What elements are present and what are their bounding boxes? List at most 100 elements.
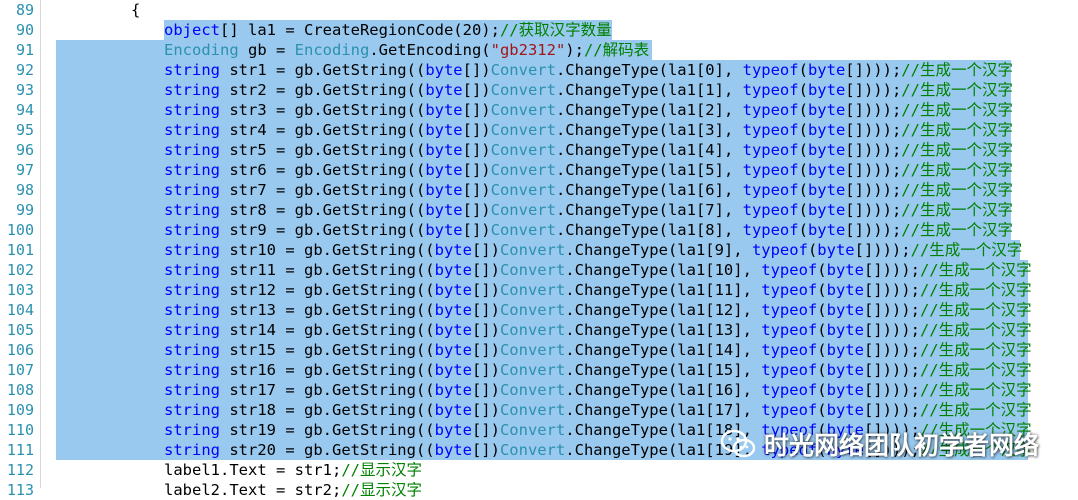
code-token: .GetEncoding( [369,41,491,59]
code-line[interactable]: string str12 = gb.GetString((byte[])Conv… [164,280,1032,300]
code-line[interactable]: string str11 = gb.GetString((byte[])Conv… [164,260,1032,280]
code-token: ( [817,401,827,419]
code-token: byte [826,261,864,279]
code-token: byte [425,161,463,179]
code-token: //生成一个汉字 [901,121,1013,139]
code-token: str12 = gb.GetString(( [220,281,435,299]
code-token: //生成一个汉字 [919,341,1032,359]
code-token: str2 = gb.GetString(( [220,81,426,99]
watermark: 时光网络团队初学者网络 [720,424,1039,464]
code-token: Convert [499,321,566,339]
code-token: []) [471,261,500,279]
code-token: //生成一个汉字 [919,401,1032,419]
code-token: string [164,441,220,459]
code-token: []))); [863,381,920,399]
code-token: []))); [845,161,902,179]
code-token: Convert [499,401,566,419]
code-token: typeof [742,81,799,99]
code-token: ( [798,121,808,139]
code-token: Convert [499,281,566,299]
code-token: "gb2312" [490,41,566,59]
code-line[interactable]: Encoding gb = Encoding.GetEncoding("gb23… [164,40,649,60]
code-line[interactable]: string str9 = gb.GetString((byte[])Conve… [164,220,1013,240]
code-token: typeof [761,261,818,279]
code-line[interactable]: string str5 = gb.GetString((byte[])Conve… [164,140,1013,160]
code-token: []))); [845,101,902,119]
line-number: 109 [6,401,34,419]
code-token: gb = [238,41,295,59]
code-line[interactable]: object[] la1 = CreateRegionCode(20);//获取… [164,20,612,40]
code-token: []))); [863,341,920,359]
code-line[interactable]: string str10 = gb.GetString((byte[])Conv… [164,240,1022,260]
line-number: 93 [15,81,34,99]
code-token: //生成一个汉字 [901,141,1013,159]
code-token: []) [462,61,491,79]
code-token: //生成一个汉字 [901,221,1013,239]
code-token: []) [471,441,500,459]
code-token: //生成一个汉字 [901,101,1013,119]
code-token: .ChangeType(la1[7], [555,201,743,219]
code-line[interactable]: string str15 = gb.GetString((byte[])Conv… [164,340,1032,360]
line-number: 98 [15,181,34,199]
code-token: .ChangeType(la1[4], [555,141,743,159]
code-line[interactable]: string str8 = gb.GetString((byte[])Conve… [164,200,1013,220]
code-token: str3 = gb.GetString(( [220,101,426,119]
code-token: ( [817,321,827,339]
code-line[interactable]: string str1 = gb.GetString((byte[])Conve… [164,60,1013,80]
code-token: str1 = gb.GetString(( [220,61,426,79]
line-number: 90 [15,21,34,39]
code-editor[interactable]: 89 90 91 92 93 94 95 96 97 98 99 100 101 102 103 104 105… [0,0,1078,499]
code-token: ( [798,221,808,239]
code-token: []) [471,241,500,259]
code-line[interactable]: string str4 = gb.GetString((byte[])Conve… [164,120,1013,140]
watermark-text: 时光网络团队初学者网络 [764,431,1040,460]
code-token: byte [425,101,463,119]
code-token: str10 = gb.GetString(( [220,241,435,259]
code-line[interactable]: string str14 = gb.GetString((byte[])Conv… [164,320,1032,340]
code-token: //生成一个汉字 [919,301,1032,319]
code-line[interactable]: string str13 = gb.GetString((byte[])Conv… [164,300,1032,320]
code-token: Convert [490,101,556,119]
code-line[interactable]: string str3 = gb.GetString((byte[])Conve… [164,100,1013,120]
code-line[interactable]: string str7 = gb.GetString((byte[])Conve… [164,180,1013,200]
code-token: .ChangeType(la1[13], [565,321,762,339]
code-line[interactable]: string str17 = gb.GetString((byte[])Conv… [164,380,1032,400]
code-token: []))); [845,221,902,239]
code-token: Convert [499,361,566,379]
code-token: str20 = gb.GetString(( [220,441,435,459]
code-token: .ChangeType(la1[1], [555,81,743,99]
code-token: //获取汉字数量 [499,21,612,39]
code-token: Convert [490,81,556,99]
line-number: 95 [15,121,34,139]
code-token: ( [798,201,808,219]
line-number: 106 [6,341,34,359]
code-token: byte [425,201,463,219]
code-token: byte [434,321,472,339]
code-token: str8 = gb.GetString(( [220,201,426,219]
code-token: typeof [761,321,818,339]
code-line[interactable]: label2.Text = str2;//显示汉字 [164,480,422,500]
code-line[interactable]: label1.Text = str1;//显示汉字 [164,460,422,480]
code-token: Convert [490,201,556,219]
code-token: str15 = gb.GetString(( [220,341,435,359]
code-token: typeof [742,141,799,159]
code-token: typeof [742,181,799,199]
code-token: byte [826,401,864,419]
code-line[interactable]: string str6 = gb.GetString((byte[])Conve… [164,160,1013,180]
code-token: ( [798,161,808,179]
code-token: typeof [761,281,818,299]
code-line[interactable]: string str18 = gb.GetString((byte[])Conv… [164,400,1032,420]
code-line[interactable]: string str2 = gb.GetString((byte[])Conve… [164,80,1013,100]
code-token: ( [817,301,827,319]
code-token: typeof [742,101,799,119]
code-token: byte [807,61,846,79]
code-token: []) [462,81,491,99]
code-token: string [164,301,220,319]
code-token: string [164,321,220,339]
code-token: []))); [863,261,920,279]
code-line[interactable]: { [131,0,140,20]
code-token: []) [471,341,500,359]
code-token: string [164,361,220,379]
code-line[interactable]: string str16 = gb.GetString((byte[])Conv… [164,360,1032,380]
code-token: Convert [499,381,566,399]
